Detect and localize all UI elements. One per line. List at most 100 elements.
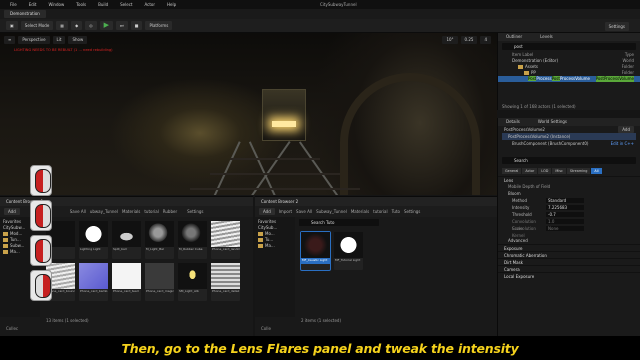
menu-window[interactable]: Window — [48, 2, 64, 7]
lit-button[interactable]: Lit — [52, 36, 66, 44]
convolution-scale-input[interactable]: 1.0 — [546, 219, 584, 224]
outliner-search-input[interactable]: post — [502, 43, 636, 50]
menu-edit[interactable]: Edit — [29, 2, 37, 7]
collections-header[interactable]: Collec — [0, 325, 253, 333]
platforms-label: Platforms — [149, 23, 169, 28]
category-camera[interactable]: Camera — [498, 265, 640, 272]
cb2-search-input[interactable]: Search Tuto — [299, 219, 379, 226]
asset-tile[interactable]: Phone_card_bamb — [79, 263, 108, 301]
asset-tile[interactable]: Phone_card_tearl — [112, 263, 141, 301]
camera-speed[interactable]: 4 — [480, 36, 491, 44]
filter-streaming[interactable]: Streaming — [566, 168, 591, 174]
collections-header[interactable]: Colle — [255, 325, 497, 333]
import-button[interactable]: Import — [279, 209, 292, 214]
settings-button[interactable]: Settings — [604, 22, 629, 31]
menu-file[interactable]: File — [10, 2, 17, 7]
category-local-exposure[interactable]: Local Exposure — [498, 272, 640, 279]
filter-actor[interactable]: Actor — [522, 168, 538, 174]
category-exposure[interactable]: Exposure — [498, 244, 640, 251]
category-chromatic-aberration[interactable]: Chromatic Aberration — [498, 251, 640, 258]
menu-select[interactable]: Select — [120, 2, 132, 7]
asset-tile[interactable]: M_Rubber Cube — [178, 221, 207, 259]
bloom-threshold-row: Threshold -0.7 — [498, 211, 640, 218]
levels-tab[interactable]: Levels — [540, 33, 553, 41]
world-settings-tab[interactable]: World Settings — [538, 118, 567, 126]
tree-item-label: Ma... — [265, 243, 275, 248]
breadcrumb[interactable]: Subway_Tunnel — [316, 209, 347, 214]
asset-tile[interactable]: Phone_card_detail — [211, 263, 240, 301]
filter-all[interactable]: All — [591, 168, 602, 174]
level-tab[interactable]: Demonstration — [4, 10, 46, 18]
save-all-button[interactable]: Save All — [296, 209, 312, 214]
component-row[interactable]: BrushComponent (BrushComponent0) Edit in… — [498, 140, 640, 147]
outliner-tab[interactable]: Outliner — [506, 33, 522, 41]
main-toolbar: ▣ Select Mode ▦ ◆ ◎ ▶ ⏭ ■ Platforms Sett… — [0, 19, 640, 33]
method-select[interactable]: Standard — [546, 198, 584, 203]
asset-tile[interactable]: SM_Light_Alb — [178, 263, 207, 301]
folder-icon — [3, 238, 8, 242]
asset-tile[interactable]: MF_Tutorial Light — [334, 232, 363, 270]
menu-tools[interactable]: Tools — [76, 2, 86, 7]
asset-tile[interactable]: Split_ball — [112, 221, 141, 259]
breadcrumb[interactable]: Rubber — [163, 209, 177, 214]
scale-snap[interactable]: 0.25 — [460, 36, 478, 44]
breadcrumb[interactable]: tutorial — [373, 209, 387, 214]
edit-cpp-link[interactable]: Edit in C++ — [611, 140, 634, 147]
skip-icon[interactable]: ⏭ — [116, 21, 128, 30]
mobile-dof-row[interactable]: Mobile Depth of Field — [498, 183, 640, 190]
menu-help[interactable]: Help — [167, 2, 176, 7]
actor-name[interactable]: PostProcessVolume2 — [504, 126, 545, 133]
intensity-input[interactable]: 7.225683 — [546, 205, 584, 210]
save-icon[interactable]: ▣ — [6, 21, 18, 30]
blueprint-icon[interactable]: ◆ — [71, 21, 83, 30]
stop-icon[interactable]: ■ — [130, 21, 143, 30]
content-browser-2-tab[interactable]: Content Browser 2 — [255, 197, 497, 206]
filter-general[interactable]: General — [502, 168, 522, 174]
save-all-button[interactable]: Save All — [70, 209, 86, 214]
show-button[interactable]: Show — [68, 36, 88, 44]
cb2-settings-button[interactable]: Settings — [404, 209, 420, 214]
asset-tile[interactable]: Phone_card_landmark — [211, 221, 240, 259]
menu-actor[interactable]: Actor — [144, 2, 155, 7]
advanced-toggle[interactable]: Advanced — [498, 237, 640, 244]
asset-tile[interactable]: Phone_card_magicnear — [145, 263, 174, 301]
level-viewport[interactable]: ≡ Perspective Lit Show 10° 0.25 4 LIGHTI… — [0, 33, 497, 195]
white-sphere-thumbnail — [79, 221, 108, 247]
bloom-category[interactable]: Bloom — [498, 190, 640, 197]
asset-tile-selected[interactable]: MF_Caustic Light — [300, 231, 331, 271]
select-mode-button[interactable]: Select Mode — [20, 21, 54, 30]
normal-map-thumbnail — [79, 263, 108, 289]
threshold-input[interactable]: -0.7 — [546, 212, 584, 217]
category-dirt-mask[interactable]: Dirt Mask — [498, 258, 640, 265]
breadcrumb[interactable]: tutorial — [144, 209, 158, 214]
lens-category[interactable]: Lens — [498, 176, 640, 183]
details-search-input[interactable]: Search — [502, 157, 636, 164]
menu-build[interactable]: Build — [98, 2, 108, 7]
asset-tile[interactable]: M_Light_Bal — [145, 221, 174, 259]
play-button[interactable]: ▶ — [99, 21, 114, 30]
details-tab[interactable]: Details — [506, 118, 520, 126]
add-button[interactable]: Add — [259, 208, 275, 215]
tree-item[interactable]: Ma... — [258, 243, 292, 249]
content-icon[interactable]: ▦ — [56, 21, 69, 30]
add-button[interactable]: Add — [4, 208, 20, 215]
filter-misc[interactable]: Misc — [552, 168, 566, 174]
viewport-menu-icon[interactable]: ≡ — [4, 36, 16, 44]
platforms-button[interactable]: Platforms — [145, 21, 173, 30]
asset-tile[interactable]: Lighting Light — [79, 221, 108, 259]
cb1-settings-button[interactable]: Settings — [187, 209, 203, 214]
add-component-button[interactable]: Add — [618, 126, 634, 133]
breadcrumb[interactable]: Materials — [122, 209, 140, 214]
instance-row[interactable]: PostProcessVolume2 (Instance) — [502, 133, 636, 140]
breadcrumb[interactable]: Materials — [351, 209, 369, 214]
perspective-button[interactable]: Perspective — [18, 36, 50, 44]
prop-name: Method — [512, 198, 528, 203]
filter-lod[interactable]: LOD — [538, 168, 552, 174]
breadcrumb[interactable]: ubway_Tunnel — [90, 209, 118, 214]
rotation-snap[interactable]: 10° — [442, 36, 458, 44]
lightbulb-thumbnail — [178, 263, 207, 289]
convolution-kernel-select[interactable]: None — [546, 226, 584, 231]
cinematics-icon[interactable]: ◎ — [85, 21, 97, 30]
details-spacer — [498, 147, 640, 155]
breadcrumb[interactable]: Tuto — [392, 209, 400, 214]
